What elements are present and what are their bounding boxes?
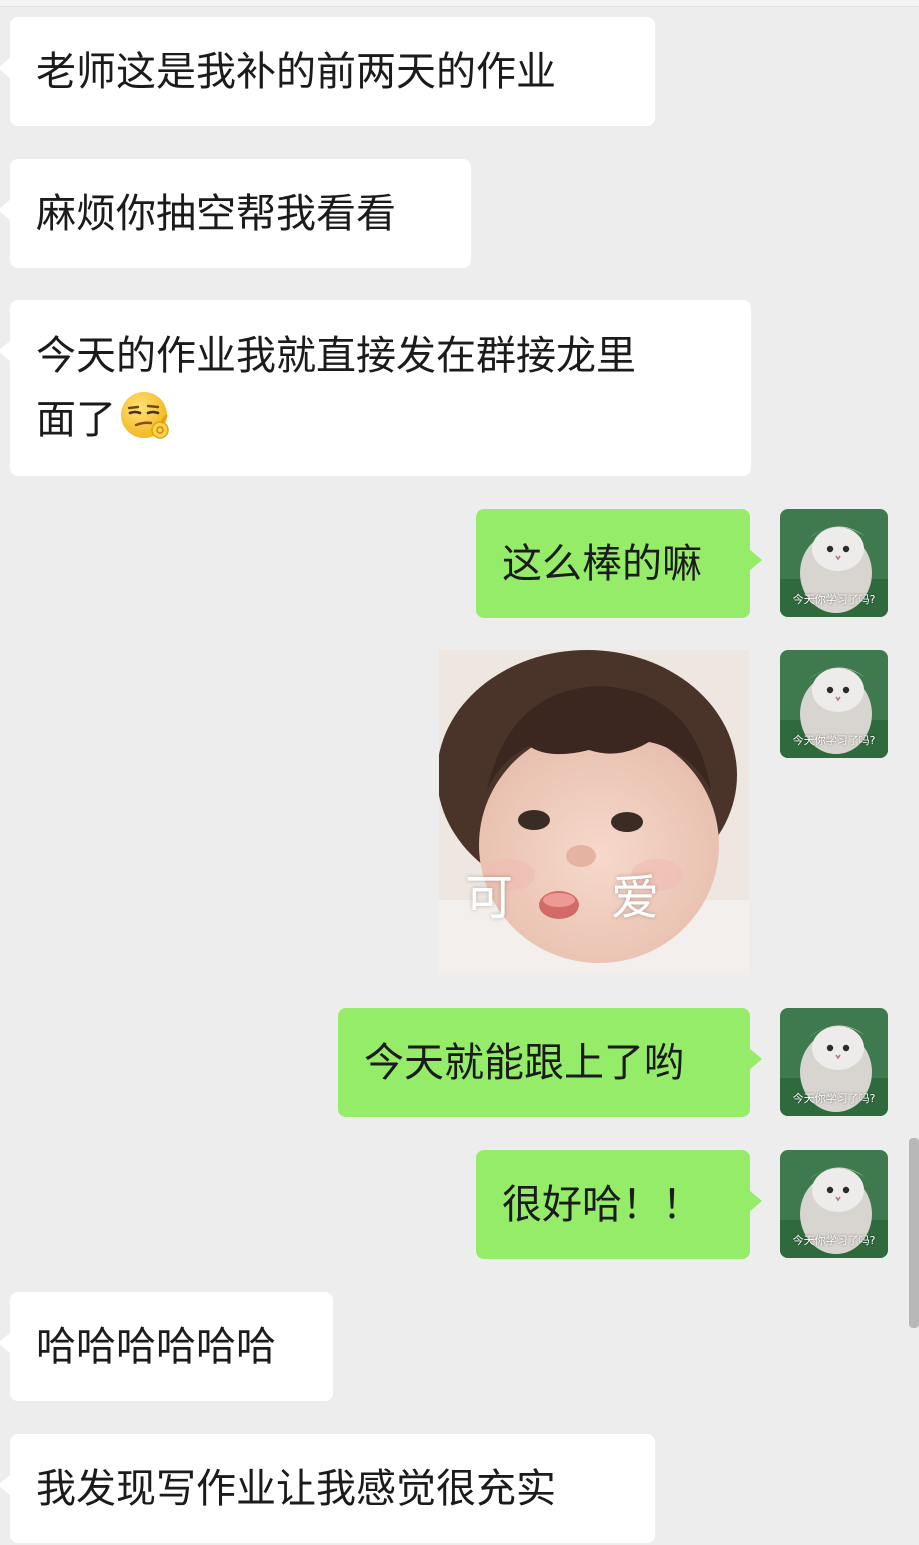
message-bubble-incoming[interactable]: 我发现写作业让我感觉很充实: [0, 1434, 655, 1543]
avatar-caption: 今天你学习了吗?: [792, 1092, 876, 1105]
message-text: 麻烦你抽空帮我看看: [36, 191, 396, 237]
smirk-ok-emoji-icon: [118, 389, 172, 443]
sticker-caption-left: 可: [465, 870, 514, 926]
scrollbar[interactable]: [909, 1138, 919, 1328]
self-avatar[interactable]: 今天你学习了吗?: [780, 650, 888, 758]
self-avatar[interactable]: 今天你学习了吗?: [780, 1150, 888, 1258]
self-avatar[interactable]: 今天你学习了吗?: [780, 509, 888, 617]
message-bubble-outgoing[interactable]: 今天就能跟上了哟: [338, 1008, 762, 1117]
message-bubble-incoming[interactable]: 老师这是我补的前两天的作业: [0, 17, 655, 126]
sticker-caption-right: 爱: [611, 870, 660, 926]
message-bubble-incoming[interactable]: 麻烦你抽空帮我看看: [0, 159, 471, 268]
message-text-line: 面了: [36, 397, 116, 443]
message-text: 这么棒的嘛: [502, 541, 702, 587]
avatar-caption: 今天你学习了吗?: [792, 593, 876, 606]
avatar-caption: 今天你学习了吗?: [792, 734, 876, 747]
message-text: 很好哈！！: [502, 1182, 702, 1228]
message-text: 今天就能跟上了哟: [364, 1040, 684, 1086]
self-avatar[interactable]: 今天你学习了吗?: [780, 1008, 888, 1116]
message-text-line-with-emoji: 面了: [36, 388, 725, 452]
message-bubble-outgoing[interactable]: 这么棒的嘛: [476, 509, 762, 618]
sticker-image[interactable]: 可 爱: [439, 650, 749, 975]
message-text-line: 今天的作业我就直接发在群接龙里: [36, 333, 636, 379]
message-text: 老师这是我补的前两天的作业: [36, 49, 556, 95]
avatar-caption: 今天你学习了吗?: [792, 1234, 876, 1247]
message-bubble-incoming[interactable]: 今天的作业我就直接发在群接龙里 面了: [0, 300, 751, 476]
message-bubble-outgoing[interactable]: 很好哈！！: [476, 1150, 762, 1259]
message-text: 我发现写作业让我感觉很充实: [36, 1466, 556, 1512]
message-bubble-incoming[interactable]: 哈哈哈哈哈哈: [0, 1292, 333, 1401]
top-divider: [0, 0, 919, 7]
message-text: 哈哈哈哈哈哈: [36, 1324, 276, 1370]
